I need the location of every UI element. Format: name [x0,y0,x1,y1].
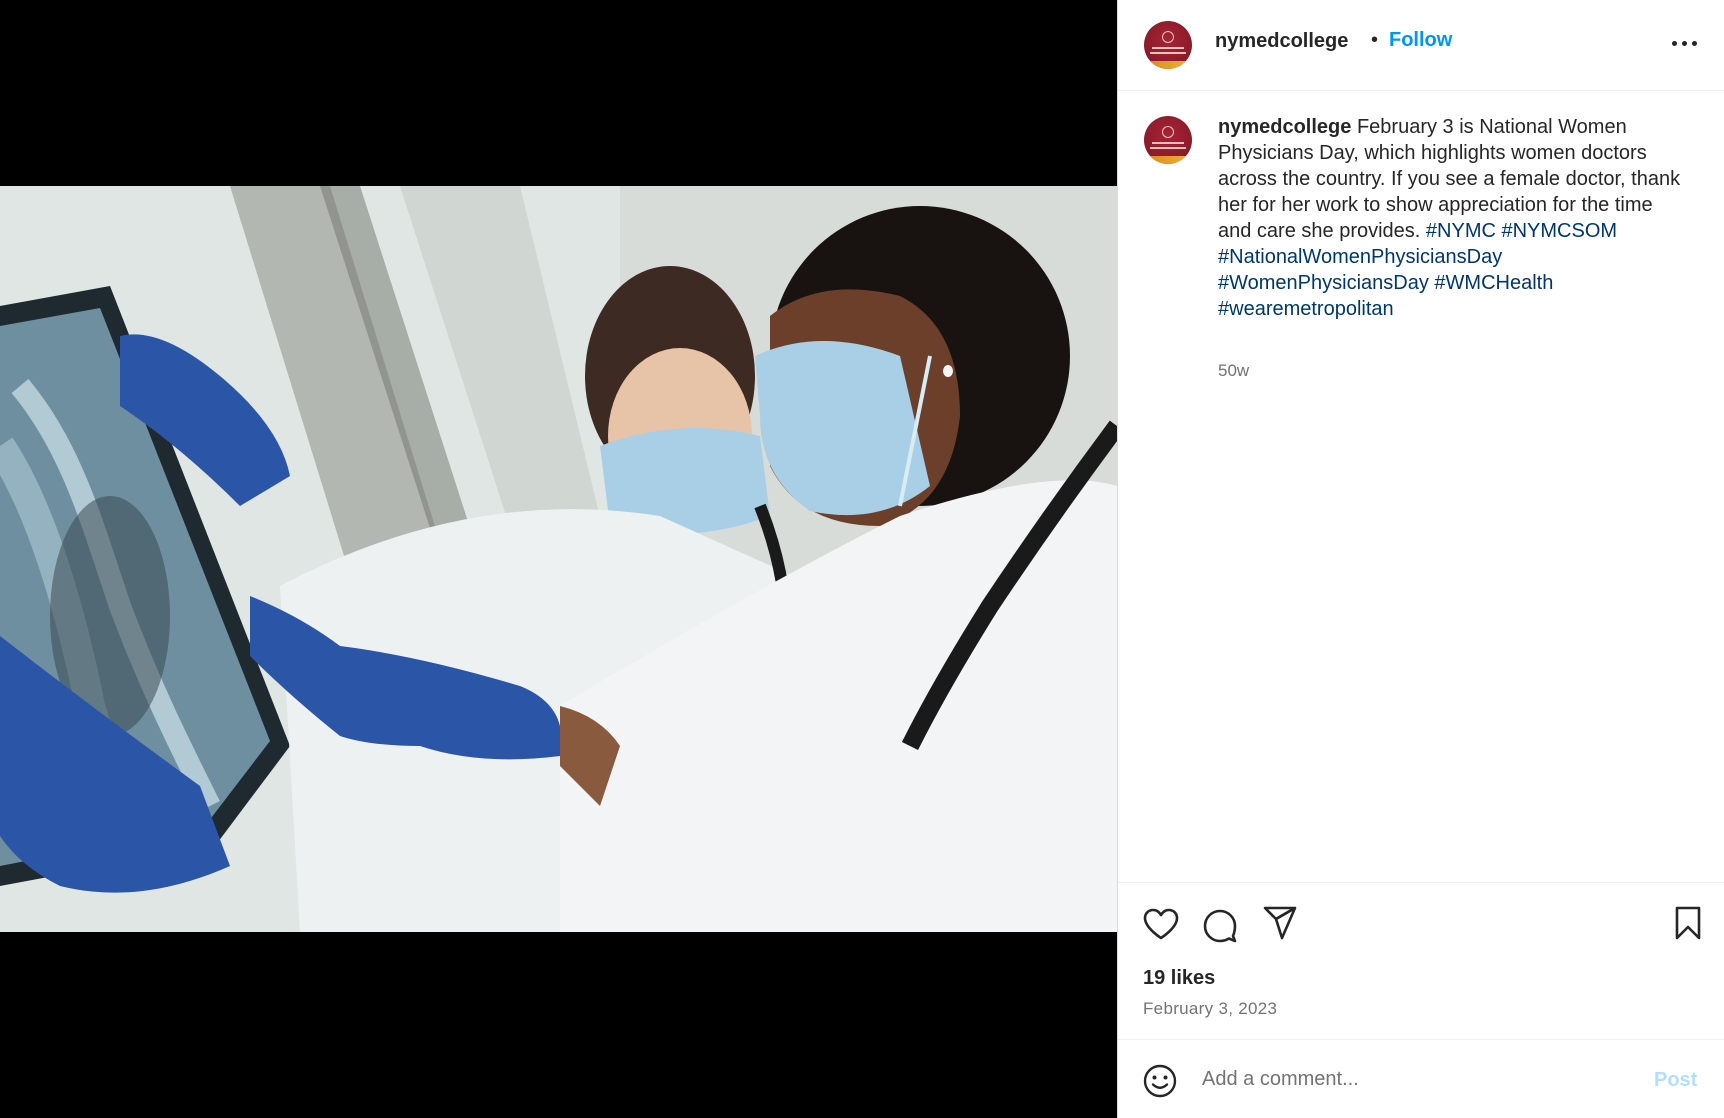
hashtag-link[interactable]: #NYMC [1426,220,1496,242]
caption-avatar[interactable] [1144,116,1192,164]
hashtag-link[interactable]: #NationalWomenPhysiciansDay [1218,246,1502,268]
header-username[interactable]: nymedcollege [1215,30,1348,53]
post-date[interactable]: February 3, 2023 [1143,999,1277,1019]
comment-bar: Post [1118,1039,1724,1118]
profile-avatar[interactable] [1144,21,1192,69]
seal-icon [1162,126,1174,138]
photo-illustration [0,186,1117,932]
emoji-icon[interactable] [1142,1063,1178,1104]
hashtag-link[interactable]: #NYMCSOM [1501,220,1617,242]
post-caption: nymedcollege February 3 is National Wome… [1218,114,1688,322]
post-actions: 19 likes February 3, 2023 [1118,882,1724,1040]
post-photo [0,186,1117,932]
comment-icon[interactable] [1202,907,1238,943]
separator-dot: • [1371,29,1379,51]
hashtag-link[interactable]: #wearemetropolitan [1218,298,1394,320]
post-side-panel: nymedcollege • Follow nymedcollege Febru… [1117,0,1724,1118]
caption-timestamp[interactable]: 50w [1218,361,1249,381]
post-comment-button[interactable]: Post [1654,1069,1697,1092]
share-icon[interactable] [1262,905,1298,941]
hashtag-link[interactable]: #WMCHealth [1434,272,1553,294]
likes-count[interactable]: 19 likes [1143,967,1215,990]
heart-icon[interactable] [1142,907,1180,941]
hashtag-link[interactable]: #WomenPhysiciansDay [1218,272,1429,294]
seal-icon [1162,31,1174,43]
comment-input[interactable] [1202,1062,1602,1096]
caption-username[interactable]: nymedcollege [1218,116,1351,138]
bookmark-icon[interactable] [1673,905,1703,941]
more-options-icon[interactable] [1670,30,1700,56]
post-header: nymedcollege • Follow [1118,0,1724,91]
follow-button[interactable]: Follow [1389,29,1452,52]
post-media[interactable] [0,0,1117,1118]
